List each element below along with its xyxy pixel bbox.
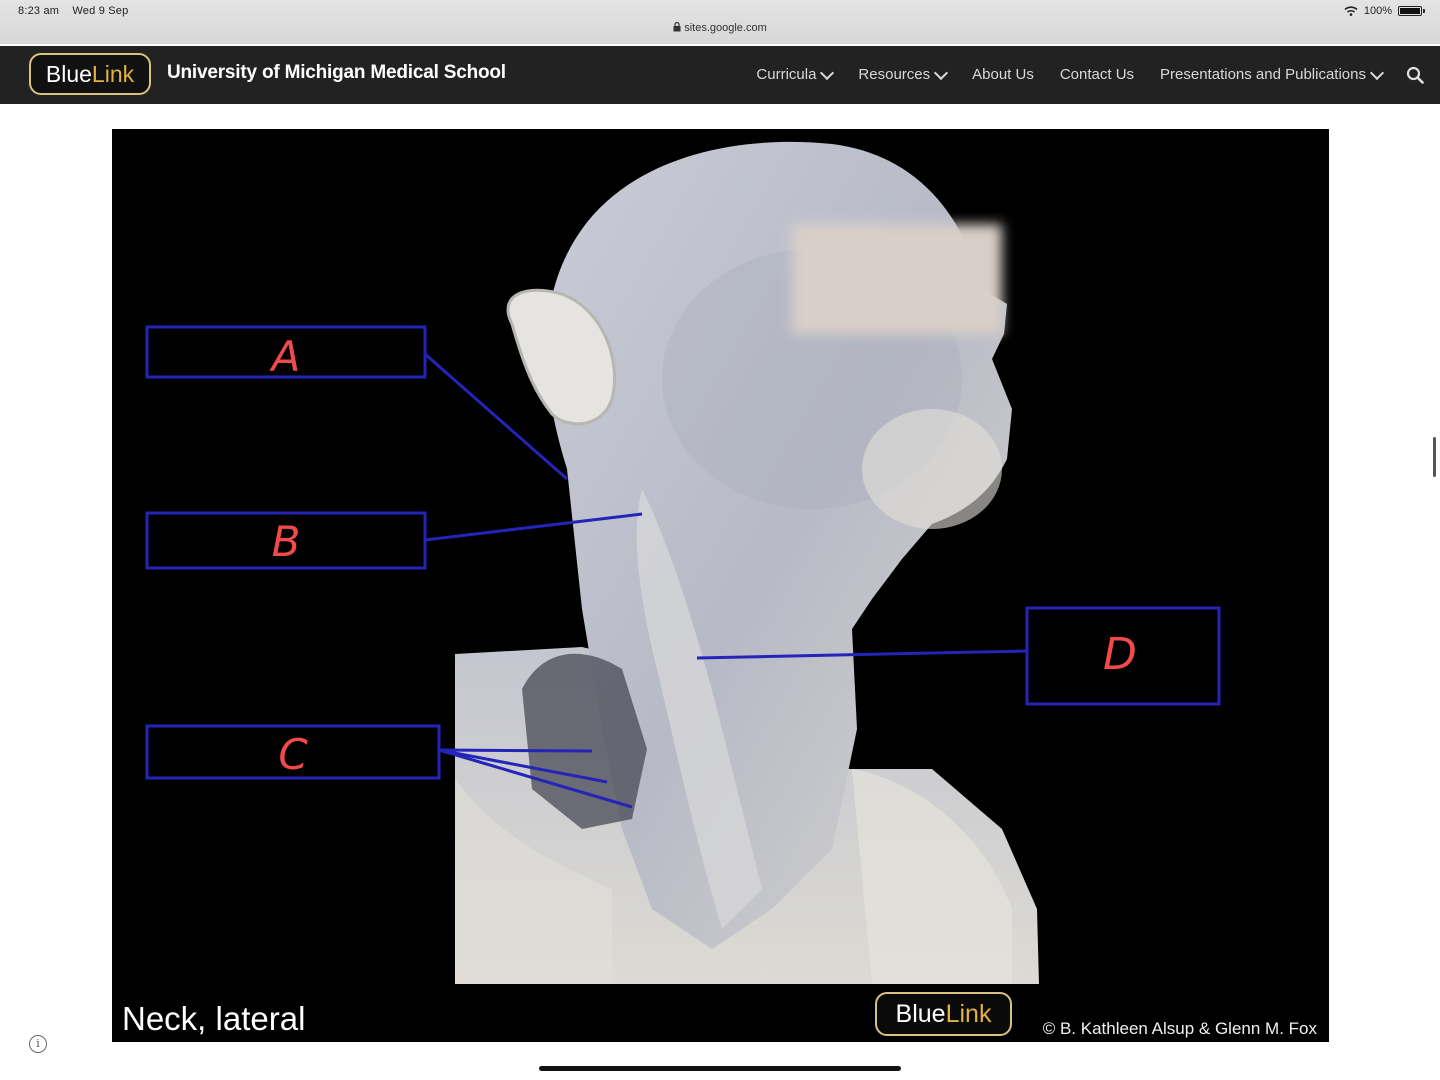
status-bar: 8:23 am Wed 9 Sep sites.google.com 100% (0, 0, 1440, 44)
url-text: sites.google.com (684, 22, 767, 34)
status-date: Wed 9 Sep (72, 5, 129, 17)
nav-about-us-label: About Us (972, 66, 1034, 83)
main-nav: Curricula Resources About Us Contact Us … (756, 65, 1385, 83)
figure-logo-link: Link (945, 1000, 992, 1028)
battery-percent: 100% (1363, 5, 1392, 17)
nav-presentations[interactable]: Presentations and Publications (1160, 65, 1385, 83)
nav-presentations-label: Presentations and Publications (1160, 66, 1366, 83)
status-time: 8:23 am (18, 5, 60, 17)
logo-text-link: Link (91, 61, 135, 87)
home-indicator[interactable] (539, 1066, 901, 1071)
chevron-down-icon (820, 65, 835, 80)
battery-level (1400, 8, 1420, 14)
search-icon[interactable] (1406, 66, 1424, 84)
address-bar[interactable]: sites.google.com (0, 21, 1440, 34)
status-time-date: 8:23 am Wed 9 Sep (18, 5, 138, 17)
wifi-icon (1344, 6, 1358, 16)
label-c: C (278, 730, 308, 779)
label-a: A (269, 332, 301, 381)
nav-contact-us[interactable]: Contact Us (1060, 66, 1134, 83)
logo-text-blue: Blue (45, 61, 92, 87)
nav-about-us[interactable]: About Us (972, 66, 1034, 83)
bluelink-logo[interactable]: BlueLink (29, 53, 151, 95)
info-icon[interactable]: i (29, 1035, 47, 1053)
nav-curricula-label: Curricula (756, 66, 817, 83)
figure-credit: © B. Kathleen Alsup & Glenn M. Fox (1042, 1019, 1317, 1038)
anatomy-figure: A B C D Neck, lateral BlueLink © B. Kath… (112, 129, 1329, 1042)
figure-bluelink-logo: BlueLink (875, 992, 1012, 1036)
figure-logo-blue: Blue (895, 1000, 946, 1028)
nav-resources-label: Resources (858, 66, 931, 83)
nav-contact-us-label: Contact Us (1059, 66, 1135, 83)
dissection-image: A B C D (145, 141, 1221, 984)
label-d: D (1103, 629, 1137, 680)
nav-resources[interactable]: Resources (858, 65, 949, 83)
figure-caption: Neck, lateral (122, 1000, 306, 1037)
status-indicators: 100% (1344, 5, 1425, 17)
site-header: BlueLink University of Michigan Medical … (0, 46, 1440, 104)
scrollbar[interactable] (1433, 437, 1436, 477)
lock-icon (673, 21, 681, 32)
chevron-down-icon (934, 65, 949, 80)
nav-curricula[interactable]: Curricula (756, 65, 835, 83)
blurred-eyes (792, 224, 1002, 334)
chevron-down-icon (1369, 65, 1385, 80)
battery-icon (1398, 6, 1425, 16)
label-b: B (272, 517, 301, 566)
site-title[interactable]: University of Michigan Medical School (167, 62, 506, 84)
